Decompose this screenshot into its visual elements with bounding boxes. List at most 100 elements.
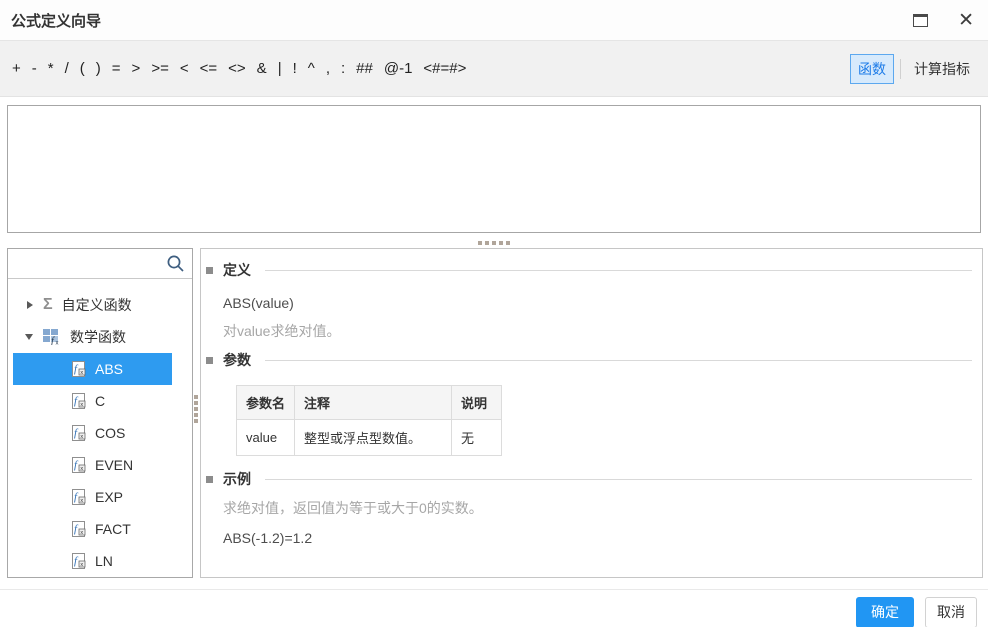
param-table-row: value整型或浮点型数值。无	[237, 420, 502, 456]
definition-section-title: 定义	[223, 260, 251, 280]
section-rule	[265, 360, 972, 361]
function-icon: f x	[72, 361, 86, 377]
tree-item-label: LN	[95, 553, 113, 569]
tree-item-label: EVEN	[95, 457, 133, 473]
section-bullet-icon	[206, 476, 213, 483]
tree-collapse-icon[interactable]	[25, 334, 33, 340]
function-icon: f x	[72, 393, 86, 409]
param-table-header-cell: 说明	[452, 386, 502, 420]
param-table-cell: 无	[452, 420, 502, 456]
dialog-footer: 确定 取消	[0, 589, 988, 627]
dialog-titlebar: 公式定义向导 ✕	[0, 0, 988, 41]
lower-section: Σ自定义函数 f x 数学函数 f x ABS f x C f x COS f …	[0, 248, 988, 578]
param-table-cell: 整型或浮点型数值。	[295, 420, 452, 456]
function-search-box	[8, 249, 192, 279]
function-signature: ABS(value)	[223, 293, 972, 313]
definition-section-header: 定义	[206, 257, 972, 283]
tree-item-label: FACT	[95, 521, 131, 537]
operator-button[interactable]: :	[341, 60, 345, 77]
definition-body: ABS(value) 对value求绝对值。	[223, 293, 972, 341]
operator-button[interactable]: |	[278, 60, 282, 77]
splitter-grip-icon	[478, 241, 510, 245]
operator-button[interactable]: )	[96, 60, 101, 77]
example-section-title: 示例	[223, 469, 251, 489]
operator-button[interactable]: >=	[151, 60, 169, 77]
operator-list: +-* / () = > >= < <= <>&|! ^,: ## @-1 <#=#>	[12, 60, 466, 77]
operator-button[interactable]: <#=#>	[423, 60, 466, 77]
tree-item-fact[interactable]: f x FACT	[13, 513, 172, 545]
operator-button[interactable]: (	[80, 60, 85, 77]
tree-item-自定义函数[interactable]: Σ自定义函数	[13, 289, 172, 321]
formula-input[interactable]	[7, 105, 981, 233]
section-bullet-icon	[206, 357, 213, 364]
operator-button[interactable]: !	[293, 60, 297, 77]
param-table-header-cell: 注释	[295, 386, 452, 420]
formula-wizard-dialog: 公式定义向导 ✕ +-* / () = > >= < <= <>&|! ^,: ## @-1 <#=#>…	[0, 0, 988, 627]
tab-divider	[900, 59, 901, 79]
param-table-cell: value	[237, 420, 295, 456]
formula-area	[0, 97, 988, 238]
section-rule	[265, 479, 972, 480]
horizontal-splitter[interactable]	[0, 238, 988, 248]
parameters-section-header: 参数	[206, 347, 972, 373]
math-functions-icon: f x	[43, 329, 61, 345]
tree-item-c[interactable]: f x C	[13, 385, 172, 417]
operator-button[interactable]: =	[112, 60, 121, 77]
parameters-body: 参数名注释说明 value整型或浮点型数值。无	[223, 385, 972, 456]
operator-button[interactable]: <=	[200, 60, 218, 77]
operator-button[interactable]: @-1	[384, 60, 413, 77]
svg-text:x: x	[80, 562, 83, 568]
tree-item-label: C	[95, 393, 105, 409]
function-detail-panel: 定义 ABS(value) 对value求绝对值。 参数 参数名注释说明 val…	[200, 248, 983, 578]
tree-item-abs[interactable]: f x ABS	[13, 353, 172, 385]
svg-text:x: x	[80, 466, 83, 472]
operator-button[interactable]: -	[32, 60, 37, 77]
function-description: 对value求绝对值。	[223, 321, 972, 341]
svg-text:x: x	[56, 341, 59, 346]
dialog-title: 公式定义向导	[11, 10, 101, 31]
function-icon: f x	[72, 489, 86, 505]
param-table-header-cell: 参数名	[237, 386, 295, 420]
operator-button[interactable]: /	[65, 60, 69, 77]
window-controls: ✕	[913, 11, 974, 30]
tree-item-ln[interactable]: f x LN	[13, 545, 172, 577]
svg-text:x: x	[80, 370, 83, 376]
tree-item-cos[interactable]: f x COS	[13, 417, 172, 449]
mode-tabs: 函数 计算指标	[850, 54, 978, 84]
tree-item-label: 自定义函数	[62, 295, 132, 315]
tree-item-exp[interactable]: f x EXP	[13, 481, 172, 513]
operator-button[interactable]: +	[12, 60, 21, 77]
operator-button[interactable]: ##	[356, 60, 373, 77]
tree-item-even[interactable]: f x EVEN	[13, 449, 172, 481]
operator-button[interactable]: ^	[308, 60, 315, 77]
ok-button[interactable]: 确定	[856, 597, 914, 627]
tree-item-数学函数[interactable]: f x 数学函数	[13, 321, 172, 353]
function-icon: f x	[72, 553, 86, 569]
operator-button[interactable]: ,	[326, 60, 330, 77]
cancel-button[interactable]: 取消	[925, 597, 977, 627]
function-search-input[interactable]	[15, 249, 166, 278]
parameters-section-title: 参数	[223, 350, 251, 370]
section-rule	[265, 270, 972, 271]
search-icon[interactable]	[166, 254, 185, 273]
operator-button[interactable]: &	[257, 60, 267, 77]
example-description: 求绝对值，返回值为等于或大于0的实数。	[223, 498, 972, 518]
operator-toolbar: +-* / () = > >= < <= <>&|! ^,: ## @-1 <#=#> 函数 计算指标	[0, 41, 988, 97]
footer-spacer	[0, 578, 988, 589]
close-icon[interactable]: ✕	[958, 11, 974, 30]
example-section-header: 示例	[206, 466, 972, 492]
maximize-icon[interactable]	[913, 14, 928, 27]
tree-expand-icon[interactable]	[27, 301, 33, 309]
operator-button[interactable]: >	[132, 60, 141, 77]
tree-item-label: EXP	[95, 489, 123, 505]
tab-calc-indicators[interactable]: 计算指标	[906, 54, 978, 84]
operator-button[interactable]: *	[48, 60, 54, 77]
operator-button[interactable]: <	[180, 60, 189, 77]
section-bullet-icon	[206, 267, 213, 274]
svg-text:x: x	[80, 530, 83, 536]
panel-resize-handle[interactable]	[194, 395, 198, 423]
operator-button[interactable]: <>	[228, 60, 246, 77]
svg-text:x: x	[80, 402, 83, 408]
tab-functions[interactable]: 函数	[850, 54, 894, 84]
example-code: ABS(-1.2)=1.2	[223, 528, 972, 548]
